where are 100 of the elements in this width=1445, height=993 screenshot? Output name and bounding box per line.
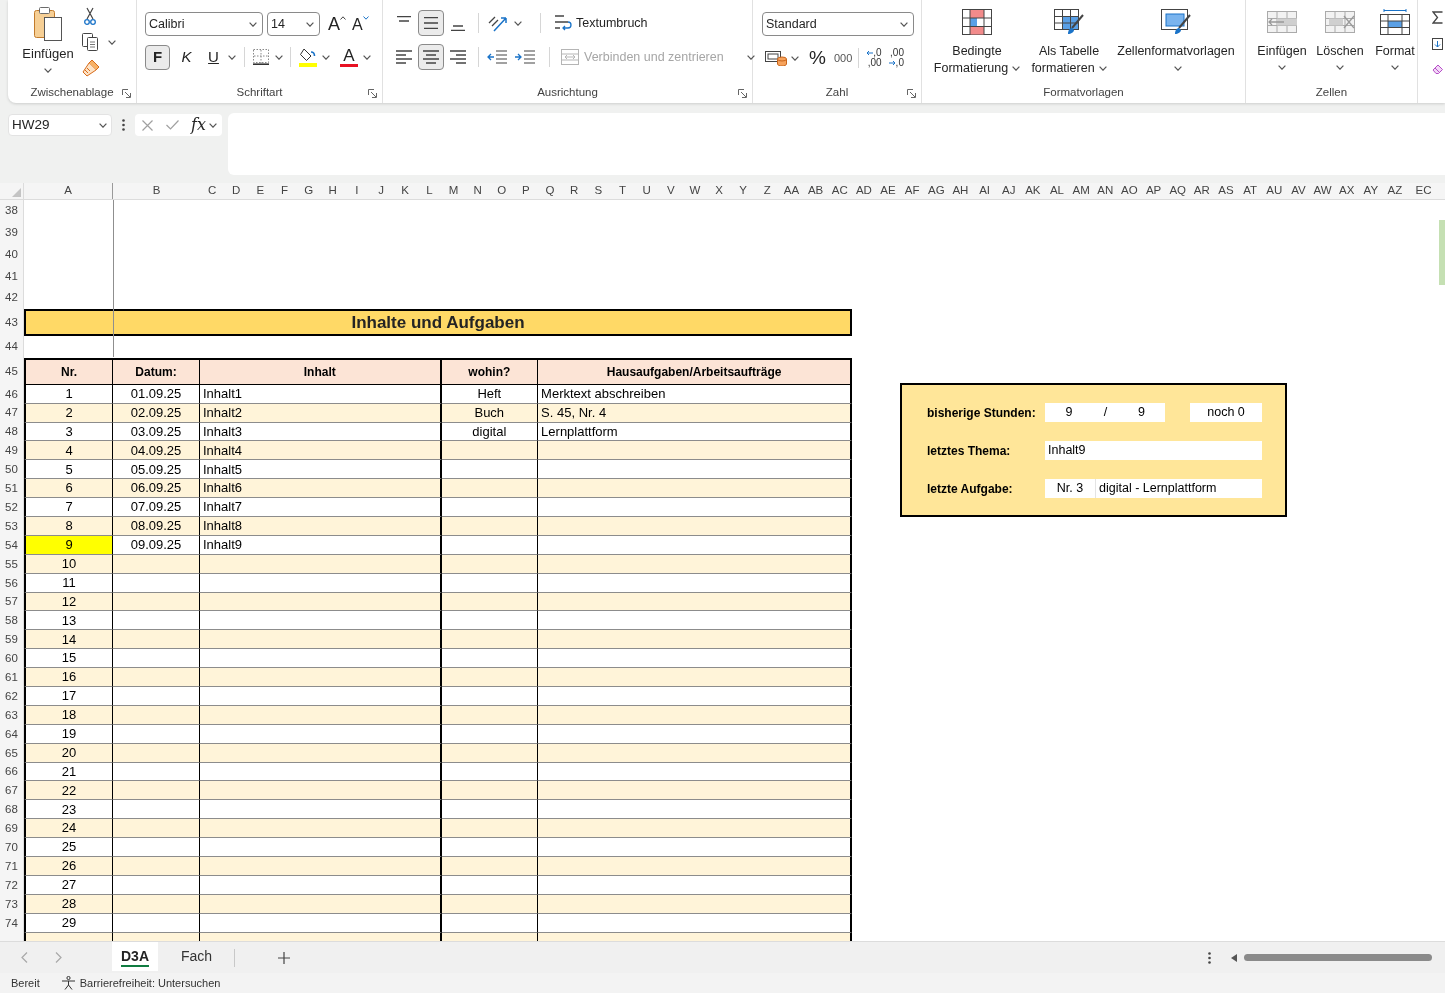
chevron-down-icon[interactable] — [208, 122, 217, 128]
scroll-left-icon[interactable] — [1231, 953, 1237, 962]
column-header[interactable]: B — [113, 183, 200, 199]
wrap-text-button[interactable]: Textumbruch — [554, 13, 648, 33]
cells-button[interactable]: Format — [1370, 9, 1420, 70]
font-style-button[interactable]: K — [174, 44, 199, 70]
paste-button[interactable]: Einfügen — [20, 0, 76, 83]
column-header[interactable]: Q — [537, 183, 563, 199]
column-header[interactable]: V — [658, 183, 683, 199]
column-header[interactable]: AB — [803, 183, 828, 199]
decrease-indent-icon[interactable] — [487, 50, 507, 64]
column-header[interactable]: O — [489, 183, 514, 199]
column-header[interactable]: AK — [1020, 183, 1045, 199]
row-header[interactable]: 71 — [0, 857, 24, 876]
column-header[interactable]: Y — [731, 183, 756, 199]
row-header[interactable]: 44 — [0, 336, 24, 358]
column-header[interactable]: E — [248, 183, 273, 199]
column-header[interactable]: Z — [755, 183, 780, 199]
percent-button[interactable]: % — [809, 48, 826, 68]
number-format-dropdown[interactable]: Standard — [762, 12, 914, 36]
column-header[interactable]: EC — [1407, 183, 1441, 199]
chevron-down-icon[interactable] — [275, 54, 283, 60]
column-header[interactable]: A — [24, 183, 113, 199]
chevron-down-icon[interactable] — [322, 54, 330, 60]
cells-button[interactable]: Einfügen — [1254, 9, 1310, 70]
column-header[interactable]: AM — [1069, 183, 1094, 199]
row-header[interactable]: 59 — [0, 630, 24, 650]
column-header[interactable]: L — [417, 183, 442, 199]
column-header[interactable]: N — [465, 183, 490, 199]
copy-icon[interactable] — [82, 33, 98, 51]
align-vertical-button[interactable] — [418, 10, 444, 36]
font-style-button[interactable]: F — [145, 44, 170, 70]
column-header[interactable]: U — [634, 183, 659, 199]
column-header[interactable]: W — [682, 183, 707, 199]
column-header[interactable]: K — [393, 183, 418, 199]
dialog-launcher-icon[interactable] — [122, 88, 131, 98]
column-header[interactable]: AZ — [1382, 183, 1408, 199]
fill-down-icon[interactable] — [1432, 38, 1443, 50]
style-button[interactable]: Bedingte Formatierung — [930, 9, 1024, 77]
column-header[interactable]: AI — [972, 183, 997, 199]
enter-icon[interactable] — [166, 120, 179, 130]
row-header[interactable]: 69 — [0, 819, 24, 839]
column-header[interactable]: AH — [948, 183, 973, 199]
style-button[interactable]: Als Tabelle formatieren — [1026, 9, 1112, 77]
column-header[interactable]: F — [272, 183, 297, 199]
more-vertical-icon[interactable] — [1208, 951, 1211, 964]
row-header[interactable]: 62 — [0, 687, 24, 706]
scissors-icon[interactable] — [84, 7, 96, 25]
plus-icon[interactable] — [278, 951, 291, 964]
increase-indent-icon[interactable] — [515, 50, 535, 64]
decrease-decimal-button[interactable]: ,00 ,0 — [888, 48, 904, 68]
row-header[interactable]: 40 — [0, 243, 24, 266]
banknote-icon[interactable] — [765, 50, 787, 66]
column-header[interactable]: G — [296, 183, 321, 199]
column-header[interactable]: M — [441, 183, 466, 199]
increase-decimal-button[interactable]: ,0 ,00 — [866, 48, 882, 68]
row-header[interactable]: 70 — [0, 838, 24, 858]
column-header[interactable]: AY — [1358, 183, 1383, 199]
row-header[interactable]: 49 — [0, 441, 24, 461]
style-button[interactable]: Zellenformatvorlagen — [1114, 9, 1238, 77]
row-header[interactable]: 45 — [0, 357, 24, 385]
paintbrush-icon[interactable] — [82, 59, 100, 77]
column-header[interactable]: H — [320, 183, 345, 199]
font-style-button[interactable]: U — [201, 44, 226, 70]
column-header[interactable]: AF — [900, 183, 925, 199]
row-header[interactable]: 43 — [0, 309, 24, 336]
row-header[interactable]: 50 — [0, 460, 24, 480]
chevron-down-icon[interactable] — [791, 55, 799, 61]
column-header[interactable]: T — [610, 183, 635, 199]
chevron-down-icon[interactable] — [514, 20, 522, 26]
cells-button[interactable]: Löschen — [1313, 9, 1367, 70]
insert-function-button[interactable]: fx — [191, 116, 206, 134]
column-header[interactable]: AD — [851, 183, 876, 199]
name-box[interactable]: HW29 — [8, 114, 112, 136]
font-size-dropdown[interactable]: 14 — [267, 12, 320, 36]
row-header[interactable]: 68 — [0, 800, 24, 820]
row-header[interactable]: 53 — [0, 517, 24, 536]
column-header[interactable]: AG — [924, 183, 949, 199]
fill-bucket-icon[interactable] — [299, 47, 317, 67]
column-header[interactable]: S — [586, 183, 611, 199]
row-header[interactable]: 41 — [0, 265, 24, 288]
column-header[interactable]: AA — [779, 183, 804, 199]
row-header[interactable]: 42 — [0, 287, 24, 309]
column-header[interactable]: C — [200, 183, 225, 199]
text-angle-icon[interactable] — [488, 14, 508, 32]
more-vertical-icon[interactable] — [122, 119, 125, 131]
column-header[interactable]: AQ — [1165, 183, 1190, 199]
borders-icon[interactable] — [253, 49, 269, 65]
font-name-dropdown[interactable]: Calibri — [145, 12, 263, 36]
column-header[interactable]: I — [344, 183, 369, 199]
accessibility-link[interactable]: Barrierefreiheit: Untersuchen — [79, 974, 221, 992]
column-header[interactable]: AE — [875, 183, 901, 199]
column-header[interactable]: AX — [1334, 183, 1359, 199]
row-header[interactable]: 67 — [0, 781, 24, 801]
column-header[interactable]: P — [513, 183, 538, 199]
column-header[interactable]: AC — [827, 183, 852, 199]
align-horizontal-button[interactable] — [418, 44, 444, 70]
row-header[interactable]: 38 — [0, 200, 24, 222]
column-header[interactable]: X — [706, 183, 732, 199]
eraser-icon[interactable] — [1432, 64, 1443, 74]
